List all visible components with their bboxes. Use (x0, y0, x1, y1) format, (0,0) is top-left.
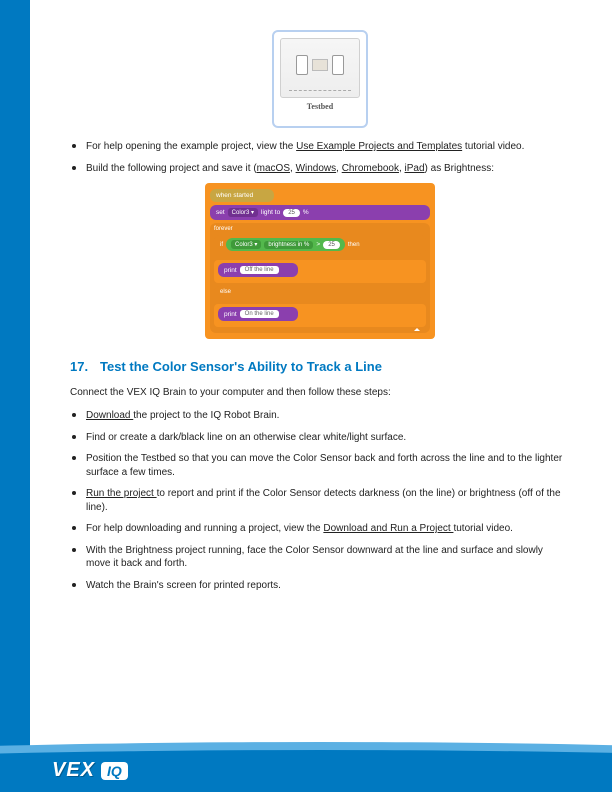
text: Find or create a dark/black line on an o… (86, 432, 406, 443)
dropdown-sensor: Color3 ▾ (228, 208, 258, 217)
block-print: print Off the line (218, 263, 298, 277)
text: Position the Testbed so that you can mov… (86, 453, 562, 478)
testbed-drawing (280, 38, 360, 98)
else-branch: print On the line (214, 304, 426, 327)
block-when-started: when started (210, 189, 274, 202)
text: For help opening the example project, vi… (86, 141, 296, 152)
block-print: print On the line (218, 307, 298, 321)
vex-logo: VEX IQ (52, 759, 128, 782)
bullet-item: With the Brightness project running, fac… (70, 544, 570, 571)
then-branch: print Off the line (214, 260, 426, 283)
condition: Color3 ▾ brightness in % > 25 (226, 238, 345, 251)
text: With the Brightness project running, fac… (86, 545, 543, 570)
value-pill: 25 (283, 209, 300, 217)
text: tutorial video. (462, 141, 524, 152)
testbed-thumbnail: Testbed (272, 30, 368, 128)
iq-badge: IQ (101, 762, 128, 780)
bullet-item: Find or create a dark/black line on an o… (70, 431, 570, 445)
block-code-image: when started set Color3 ▾ light to 25 % … (205, 183, 435, 339)
block-forever: forever if Color3 ▾ brightness in % > 25… (210, 223, 430, 333)
text: For help downloading and running a proje… (86, 523, 323, 534)
text: ) as Brightness: (425, 163, 494, 174)
testbed-label: Testbed (274, 100, 366, 115)
section-heading: 17.Test the Color Sensor's Ability to Tr… (70, 359, 570, 374)
intro-paragraph: Connect the VEX IQ Brain to your compute… (70, 386, 570, 399)
bullet-item: For help downloading and running a proje… (70, 522, 570, 536)
text: tutorial video. (453, 523, 512, 534)
link-download[interactable]: Download (86, 410, 133, 421)
bullet-list-1: For help opening the example project, vi… (70, 140, 570, 175)
page-content: Testbed For help opening the example pro… (70, 30, 570, 600)
bullet-item: Watch the Brain's screen for printed rep… (70, 579, 570, 593)
block-else: else (214, 286, 426, 298)
bullet-item: Download the project to the IQ Robot Bra… (70, 409, 570, 423)
footer: VEX IQ (0, 736, 612, 792)
link-download-run-project[interactable]: Download and Run a Project (323, 523, 453, 534)
block-set-light: set Color3 ▾ light to 25 % (210, 205, 430, 220)
text: to report and print if the Color Sensor … (86, 488, 561, 513)
link-chromebook[interactable]: Chromebook (342, 163, 399, 174)
bullet-item: Run the project to report and print if t… (70, 487, 570, 514)
bullet-item: Position the Testbed so that you can mov… (70, 452, 570, 479)
loop-footer (214, 327, 426, 333)
block-if: if Color3 ▾ brightness in % > 25 then (214, 235, 426, 254)
left-accent-stripe (0, 0, 30, 792)
link-use-example-projects[interactable]: Use Example Projects and Templates (296, 141, 462, 152)
link-run-project[interactable]: Run the project (86, 488, 157, 499)
text: the project to the IQ Robot Brain. (133, 410, 279, 421)
bullet-list-2: Download the project to the IQ Robot Bra… (70, 409, 570, 592)
bullet-item: For help opening the example project, vi… (70, 140, 570, 154)
text: Build the following project and save it … (86, 163, 257, 174)
link-macos[interactable]: macOS (257, 163, 290, 174)
section-title: Test the Color Sensor's Ability to Track… (100, 359, 382, 374)
section-number: 17. (70, 359, 100, 374)
bullet-item: Build the following project and save it … (70, 162, 570, 176)
link-ipad[interactable]: iPad (405, 163, 425, 174)
text: Watch the Brain's screen for printed rep… (86, 580, 281, 591)
brand-text: VEX (52, 759, 95, 782)
link-windows[interactable]: Windows (296, 163, 337, 174)
